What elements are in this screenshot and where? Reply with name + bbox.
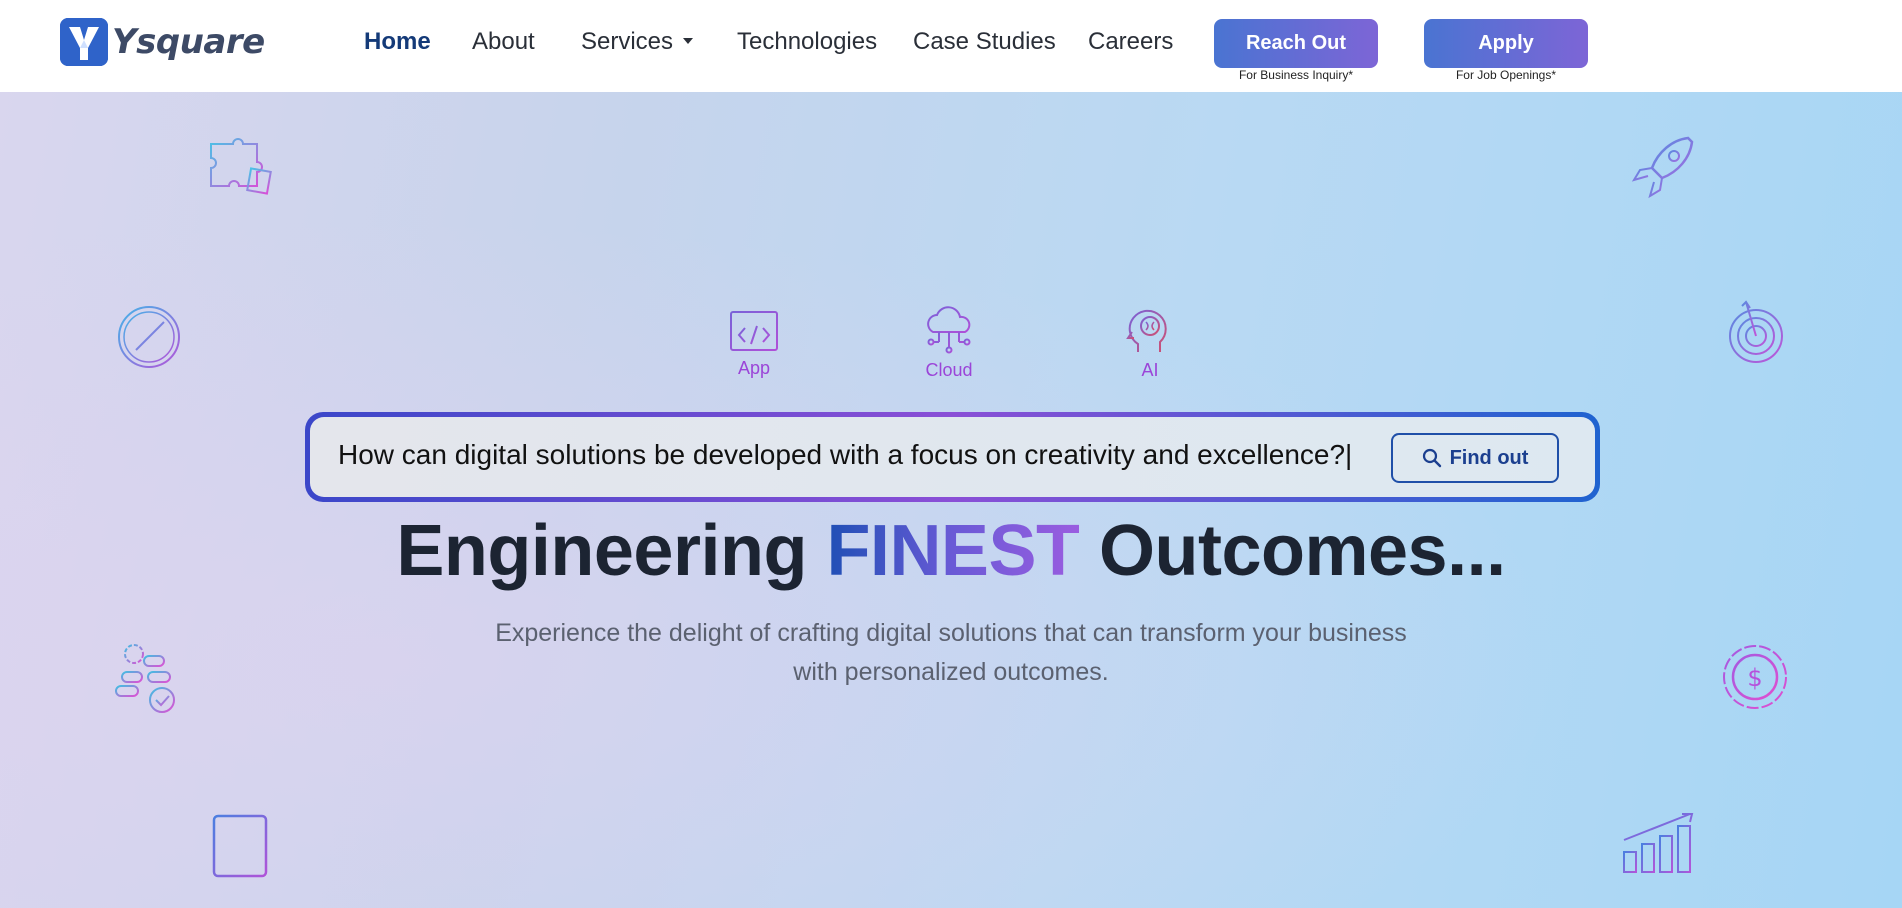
apply-button[interactable]: Apply [1424, 19, 1588, 68]
logo[interactable]: Ysquare [60, 18, 265, 66]
find-out-button[interactable]: Find out [1391, 433, 1559, 483]
search-query-text[interactable]: How can digital solutions be developed w… [338, 439, 1352, 471]
rocket-icon [1631, 136, 1694, 199]
reach-out-caption: For Business Inquiry* [1238, 68, 1354, 82]
service-cloud[interactable]: Cloud [914, 306, 984, 381]
headline-suffix: Outcomes... [1098, 511, 1506, 591]
apply-caption: For Job Openings* [1455, 68, 1557, 82]
service-cloud-label: Cloud [925, 360, 973, 380]
search-bar: How can digital solutions be developed w… [305, 412, 1600, 502]
cloud-network-icon [927, 306, 971, 354]
target-icon [1729, 300, 1783, 363]
service-app[interactable]: App [722, 310, 786, 379]
nav-services-label: Services [581, 28, 674, 55]
app-code-icon [730, 311, 778, 351]
site-header: Ysquare Home About Services Technologies… [0, 0, 1902, 92]
service-app-label: App [737, 358, 771, 378]
service-ai-label: AI [1141, 360, 1159, 380]
svg-text:$: $ [1747, 664, 1762, 692]
nav-services[interactable]: Services [581, 28, 694, 56]
workflow-gears-icon [115, 644, 175, 713]
ai-brain-icon [1126, 309, 1167, 352]
nav-technologies[interactable]: Technologies [737, 28, 877, 56]
search-field[interactable]: How can digital solutions be developed w… [310, 417, 1595, 497]
compass-icon [118, 306, 180, 368]
hero-headline: Engineering FINEST Outcomes... [0, 510, 1902, 592]
service-ai[interactable]: AI [1122, 306, 1178, 381]
scroll-document-icon [212, 814, 268, 878]
find-out-label: Find out [1449, 446, 1529, 469]
nav-home[interactable]: Home [364, 28, 431, 56]
reach-out-button[interactable]: Reach Out [1214, 19, 1378, 68]
nav-about[interactable]: About [472, 28, 535, 56]
chevron-down-icon [683, 37, 694, 44]
hero-section: $ App Cloud AI How can digital solutions… [0, 92, 1902, 908]
search-icon [1422, 448, 1441, 468]
dollar-coin-icon: $ [1723, 645, 1787, 709]
logo-text: Ysquare [112, 22, 265, 62]
ysquare-logo-icon [60, 18, 108, 66]
puzzle-icon [210, 138, 272, 195]
hero-subtext: Experience the delight of crafting digit… [495, 619, 1407, 686]
growth-chart-icon [1623, 813, 1694, 873]
headline-accent: FINEST [826, 511, 1080, 591]
nav-case-studies[interactable]: Case Studies [913, 28, 1056, 56]
headline-prefix: Engineering [396, 511, 807, 591]
nav-careers[interactable]: Careers [1088, 28, 1173, 56]
